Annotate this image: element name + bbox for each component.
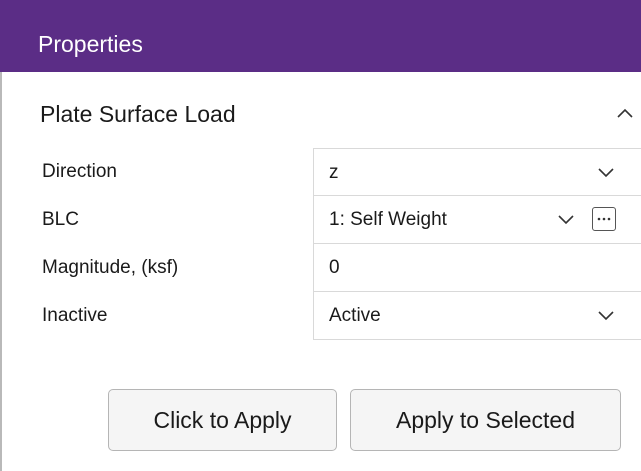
- direction-value: z: [329, 162, 339, 183]
- chevron-down-icon[interactable]: [555, 211, 577, 229]
- magnitude-label: Magnitude, (ksf): [42, 257, 179, 278]
- property-row-blc: BLC 1: Self Weight: [2, 196, 641, 244]
- click-to-apply-button[interactable]: Click to Apply: [108, 389, 337, 451]
- ellipsis-icon[interactable]: [592, 207, 616, 231]
- magnitude-input[interactable]: 0: [313, 244, 641, 292]
- blc-value: 1: Self Weight: [329, 209, 447, 230]
- property-row-magnitude: Magnitude, (ksf) 0: [2, 244, 641, 292]
- panel-title: Properties: [38, 31, 143, 57]
- chevron-up-icon[interactable]: [612, 98, 638, 128]
- direction-label: Direction: [42, 161, 117, 182]
- inactive-label: Inactive: [42, 305, 108, 326]
- magnitude-value: 0: [329, 257, 340, 278]
- direction-dropdown[interactable]: z: [313, 148, 641, 196]
- property-row-inactive: Inactive Active: [2, 292, 641, 340]
- apply-to-selected-button[interactable]: Apply to Selected: [350, 389, 621, 451]
- properties-panel: Properties Plate Surface Load Direction …: [0, 0, 641, 471]
- inactive-value: Active: [329, 305, 381, 326]
- chevron-down-icon[interactable]: [595, 164, 617, 182]
- blc-dropdown[interactable]: 1: Self Weight: [313, 196, 641, 244]
- section-header[interactable]: Plate Surface Load: [2, 90, 641, 138]
- chevron-down-icon[interactable]: [595, 307, 617, 325]
- blc-label: BLC: [42, 209, 79, 230]
- inactive-dropdown[interactable]: Active: [313, 292, 641, 340]
- section-title: Plate Surface Load: [40, 101, 236, 127]
- property-row-direction: Direction z: [2, 148, 641, 196]
- panel-header: Properties: [0, 0, 641, 72]
